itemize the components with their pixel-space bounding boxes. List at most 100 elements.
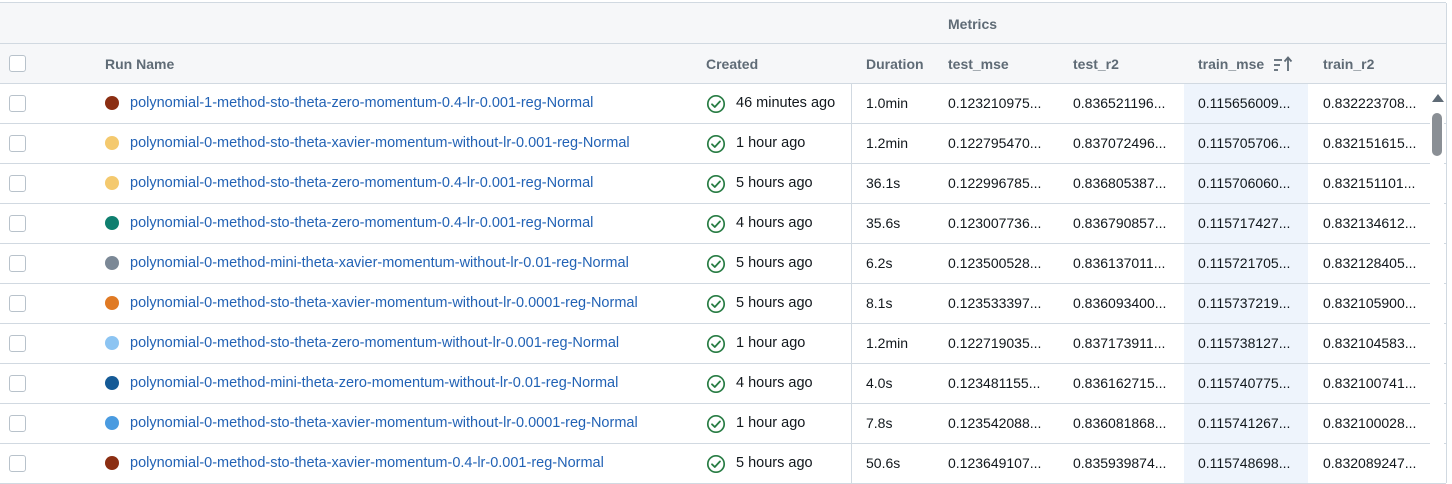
run-name-link[interactable]: polynomial-0-method-mini-theta-zero-mome… — [130, 375, 618, 391]
table-row[interactable]: polynomial-0-method-sto-theta-xavier-mom… — [0, 124, 1446, 164]
test-r2-value: 0.835939874... — [1073, 455, 1167, 471]
row-select-checkbox[interactable] — [9, 295, 26, 312]
check-circle-icon — [706, 174, 726, 194]
row-select-checkbox[interactable] — [9, 335, 26, 352]
check-circle-icon — [706, 414, 726, 434]
train-r2-value: 0.832089247... — [1323, 455, 1417, 471]
run-color-dot[interactable] — [105, 416, 119, 430]
column-header-duration[interactable]: Duration — [866, 56, 924, 72]
run-color-dot[interactable] — [105, 96, 119, 110]
train-mse-value: 0.115705706... — [1198, 135, 1291, 151]
column-divider — [851, 204, 852, 243]
row-select-checkbox[interactable] — [9, 375, 26, 392]
test-mse-value: 0.122795470... — [948, 135, 1042, 151]
column-divider — [851, 84, 852, 123]
train-r2-value: 0.832151101... — [1323, 175, 1416, 191]
created-time: 4 hours ago — [736, 215, 813, 231]
table-row[interactable]: polynomial-0-method-mini-theta-zero-mome… — [0, 364, 1446, 404]
created-time: 4 hours ago — [736, 375, 813, 391]
column-header-train-r2[interactable]: train_r2 — [1323, 56, 1374, 72]
row-select-checkbox[interactable] — [9, 215, 26, 232]
duration-value: 1.0min — [866, 95, 909, 111]
train-mse-value: 0.115741267... — [1198, 415, 1291, 431]
train-r2-value: 0.832104583... — [1323, 335, 1417, 351]
duration-value: 35.6s — [866, 215, 901, 231]
created-time: 1 hour ago — [736, 135, 806, 151]
check-circle-icon — [706, 94, 726, 114]
run-name-link[interactable]: polynomial-0-method-sto-theta-xavier-mom… — [130, 415, 638, 431]
select-all-checkbox[interactable] — [9, 55, 26, 72]
row-select-checkbox[interactable] — [9, 135, 26, 152]
row-select-checkbox[interactable] — [9, 175, 26, 192]
table-row[interactable]: polynomial-0-method-sto-theta-zero-momen… — [0, 204, 1446, 244]
train-mse-value: 0.115721705... — [1198, 255, 1291, 271]
run-color-dot[interactable] — [105, 336, 119, 350]
scroll-up-arrow-icon[interactable] — [1432, 94, 1444, 102]
test-mse-value: 0.123533397... — [948, 295, 1042, 311]
column-divider — [851, 404, 852, 443]
column-header-test-r2[interactable]: test_r2 — [1073, 56, 1119, 72]
run-name-link[interactable]: polynomial-0-method-sto-theta-zero-momen… — [130, 335, 619, 351]
table-row[interactable]: polynomial-0-method-sto-theta-zero-momen… — [0, 324, 1446, 364]
run-name-link[interactable]: polynomial-0-method-sto-theta-zero-momen… — [130, 215, 593, 231]
table-row[interactable]: polynomial-1-method-sto-theta-zero-momen… — [0, 84, 1446, 124]
train-r2-value: 0.832128405... — [1323, 255, 1417, 271]
run-color-dot[interactable] — [105, 136, 119, 150]
column-divider — [851, 284, 852, 323]
train-r2-value: 0.832100741... — [1323, 375, 1417, 391]
sort-ascending-icon[interactable] — [1272, 55, 1294, 73]
column-divider — [851, 324, 852, 363]
column-header-train-mse[interactable]: train_mse — [1198, 56, 1264, 72]
duration-value: 7.8s — [866, 415, 893, 431]
check-circle-icon — [706, 294, 726, 314]
duration-value: 6.2s — [866, 255, 893, 271]
train-mse-value: 0.115748698... — [1198, 455, 1291, 471]
run-name-link[interactable]: polynomial-0-method-mini-theta-xavier-mo… — [130, 255, 629, 271]
run-name-link[interactable]: polynomial-0-method-sto-theta-xavier-mom… — [130, 135, 630, 151]
test-r2-value: 0.836162715... — [1073, 375, 1167, 391]
duration-value: 36.1s — [866, 175, 901, 191]
row-select-checkbox[interactable] — [9, 95, 26, 112]
run-color-dot[interactable] — [105, 296, 119, 310]
run-name-link[interactable]: polynomial-0-method-sto-theta-xavier-mom… — [130, 455, 604, 471]
row-select-checkbox[interactable] — [9, 455, 26, 472]
created-time: 5 hours ago — [736, 255, 813, 271]
column-header-test-mse[interactable]: test_mse — [948, 56, 1009, 72]
column-divider — [851, 244, 852, 283]
run-color-dot[interactable] — [105, 456, 119, 470]
table-row[interactable]: polynomial-0-method-sto-theta-xavier-mom… — [0, 404, 1446, 444]
test-mse-value: 0.122996785... — [948, 175, 1042, 191]
created-time: 5 hours ago — [736, 175, 813, 191]
test-mse-value: 0.123210975... — [948, 95, 1042, 111]
table-row[interactable]: polynomial-0-method-sto-theta-xavier-mom… — [0, 284, 1446, 324]
duration-value: 8.1s — [866, 295, 893, 311]
test-mse-value: 0.122719035... — [948, 335, 1042, 351]
duration-value: 4.0s — [866, 375, 893, 391]
check-circle-icon — [706, 334, 726, 354]
check-circle-icon — [706, 374, 726, 394]
table-row[interactable]: polynomial-0-method-mini-theta-xavier-mo… — [0, 244, 1446, 284]
run-name-link[interactable]: polynomial-0-method-sto-theta-xavier-mom… — [130, 295, 638, 311]
run-color-dot[interactable] — [105, 216, 119, 230]
row-select-checkbox[interactable] — [9, 255, 26, 272]
run-name-link[interactable]: polynomial-1-method-sto-theta-zero-momen… — [130, 95, 593, 111]
column-header-created[interactable]: Created — [706, 56, 758, 72]
run-name-link[interactable]: polynomial-0-method-sto-theta-zero-momen… — [130, 175, 593, 191]
run-color-dot[interactable] — [105, 176, 119, 190]
column-divider — [851, 124, 852, 163]
run-color-dot[interactable] — [105, 376, 119, 390]
table-row[interactable]: polynomial-0-method-sto-theta-zero-momen… — [0, 164, 1446, 204]
column-header-run-name[interactable]: Run Name — [105, 56, 174, 72]
train-mse-value: 0.115717427... — [1198, 215, 1291, 231]
test-r2-value: 0.836093400... — [1073, 295, 1167, 311]
created-time: 46 minutes ago — [736, 95, 836, 111]
column-divider — [851, 164, 852, 203]
scrollbar-thumb[interactable] — [1432, 113, 1442, 156]
test-mse-value: 0.123007736... — [948, 215, 1042, 231]
table-row[interactable]: polynomial-0-method-sto-theta-xavier-mom… — [0, 444, 1446, 484]
row-select-checkbox[interactable] — [9, 415, 26, 432]
created-time: 1 hour ago — [736, 335, 806, 351]
train-r2-value: 0.832100028... — [1323, 415, 1417, 431]
run-color-dot[interactable] — [105, 256, 119, 270]
created-time: 5 hours ago — [736, 295, 813, 311]
